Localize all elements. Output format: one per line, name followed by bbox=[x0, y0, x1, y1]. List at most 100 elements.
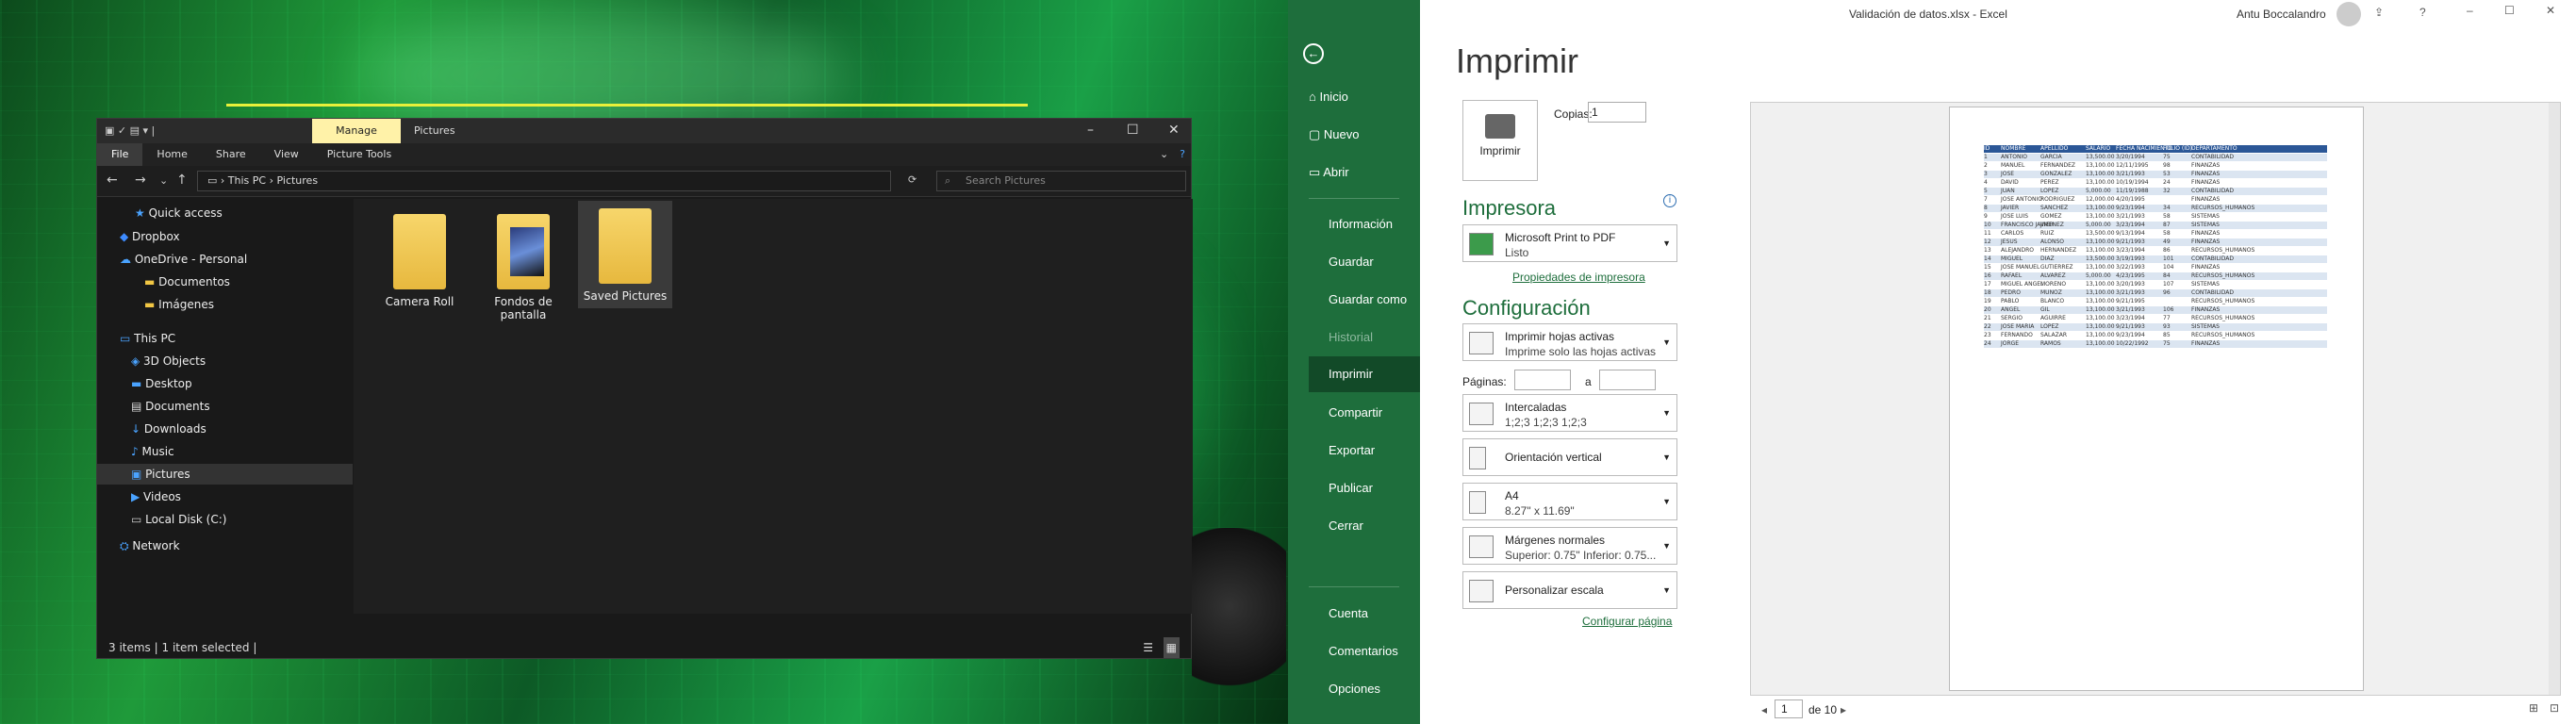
printer-dropdown[interactable]: Microsoft Print to PDF Listo ▼ bbox=[1462, 224, 1677, 262]
up-arrow-icon[interactable]: ↑ bbox=[176, 173, 188, 188]
tab-share[interactable]: Share bbox=[202, 143, 260, 166]
forward-arrow-icon[interactable]: → bbox=[135, 173, 146, 188]
sheet-cell: RECURSOS_HUMANOS bbox=[2191, 247, 2255, 254]
nav-documents[interactable]: ▤ Documents bbox=[97, 396, 353, 417]
portrait-icon bbox=[1469, 447, 1486, 469]
nav-3d-objects[interactable]: ◈ 3D Objects bbox=[97, 351, 353, 371]
folder-saved-pictures[interactable]: Saved Pictures bbox=[578, 201, 672, 308]
backstage-comentarios[interactable]: Comentarios bbox=[1329, 644, 1398, 658]
maximize-icon[interactable]: ☐ bbox=[1127, 123, 1139, 138]
nav-videos[interactable]: ▶ Videos bbox=[97, 486, 353, 507]
help-icon[interactable]: ? bbox=[1174, 143, 1191, 166]
large-icons-view-icon[interactable]: ▦ bbox=[1163, 637, 1180, 658]
back-arrow-icon[interactable]: ← bbox=[1303, 43, 1324, 64]
scrollbar[interactable] bbox=[2549, 103, 2560, 695]
nav-dropbox[interactable]: ◆ Dropbox bbox=[97, 226, 353, 247]
sheet-cell: 10/19/1994 bbox=[2116, 179, 2149, 186]
nav-local-disk[interactable]: ▭ Local Disk (C:) bbox=[97, 509, 353, 530]
back-arrow-icon[interactable]: ← bbox=[107, 173, 118, 188]
next-page-icon[interactable]: ▸ bbox=[1841, 703, 1846, 716]
backstage-guardar[interactable]: Guardar bbox=[1329, 255, 1374, 269]
zoom-to-page-icon[interactable]: ⊡ bbox=[2550, 701, 2559, 715]
backstage-imprimir[interactable]: Imprimir bbox=[1309, 356, 1420, 392]
picture-icon: ▣ bbox=[131, 468, 146, 481]
backstage-inicio[interactable]: ⌂ Inicio bbox=[1309, 90, 1348, 104]
sheet-row: 2 MANUEL FERNANDEZ 13,100.00 12/11/1995 98 FIN… bbox=[1984, 162, 2327, 170]
recent-locations-icon[interactable]: ⌄ bbox=[159, 174, 168, 187]
info-icon[interactable]: i bbox=[1663, 194, 1676, 207]
sheet-cell: 4/20/1995 bbox=[2116, 196, 2145, 203]
backstage-compartir[interactable]: Compartir bbox=[1329, 405, 1382, 420]
sheet-cell: 5,000.00 bbox=[2086, 272, 2111, 279]
details-view-icon[interactable]: ☰ bbox=[1143, 637, 1153, 658]
sheet-cell: BLANCO bbox=[2040, 298, 2065, 304]
folder-camera-roll[interactable]: Camera Roll bbox=[372, 206, 467, 308]
user-name[interactable]: Antu Boccalandro bbox=[2237, 8, 2326, 21]
tab-file[interactable]: File bbox=[97, 143, 143, 166]
quick-access-toolbar-icon[interactable]: ▣ ✓ ▤ ▾ | bbox=[105, 124, 155, 137]
nav-documentos[interactable]: ▬ Documentos bbox=[97, 272, 353, 292]
sheet-row: 7 JOSE ANTONIO RODRIGUEZ 12,000.00 4/20/1995… bbox=[1984, 196, 2327, 204]
sheet-cell: FINANZAS bbox=[2191, 162, 2221, 169]
backstage-exportar[interactable]: Exportar bbox=[1329, 443, 1375, 457]
paper-size-dropdown[interactable]: A4 8.27" x 11.69" ▼ bbox=[1462, 483, 1677, 520]
maximize-icon[interactable]: ☐ bbox=[2504, 4, 2515, 17]
nav-imagenes[interactable]: ▬ Imágenes bbox=[97, 294, 353, 315]
tab-picture-tools[interactable]: Picture Tools bbox=[313, 143, 405, 166]
backstage-cuenta[interactable]: Cuenta bbox=[1329, 606, 1368, 620]
margins-icon bbox=[1469, 535, 1494, 558]
margins-dropdown[interactable]: Márgenes normales Superior: 0.75" Inferio… bbox=[1462, 527, 1677, 565]
close-icon[interactable]: ✕ bbox=[1168, 123, 1180, 138]
sheet-cell: 2 bbox=[1984, 162, 1988, 169]
nav-music[interactable]: ♪ Music bbox=[97, 441, 353, 462]
copies-input[interactable]: 1 bbox=[1588, 102, 1646, 123]
nav-onedrive[interactable]: ☁ OneDrive - Personal bbox=[97, 249, 353, 270]
page-number-input[interactable]: 1 bbox=[1775, 699, 1803, 718]
nav-quick-access[interactable]: ★ Quick access bbox=[97, 203, 353, 223]
minimize-icon[interactable]: – bbox=[1087, 123, 1094, 138]
nav-desktop[interactable]: ▬ Desktop bbox=[97, 373, 353, 394]
expand-ribbon-icon[interactable]: ⌄ bbox=[1154, 143, 1174, 166]
backstage-guardar-como[interactable]: Guardar como bbox=[1329, 292, 1407, 306]
backstage-opciones[interactable]: Opciones bbox=[1329, 682, 1380, 696]
orientation-dropdown[interactable]: Orientación vertical ▼ bbox=[1462, 438, 1677, 476]
printer-properties-link[interactable]: Propiedades de impresora bbox=[1512, 271, 1645, 284]
backstage-abrir[interactable]: ▭ Abrir bbox=[1309, 165, 1349, 180]
tab-home[interactable]: Home bbox=[142, 143, 201, 166]
collate-dropdown[interactable]: Intercaladas 1;2;3 1;2;3 1;2;3 ▼ bbox=[1462, 394, 1677, 432]
refresh-icon[interactable]: ⟳ bbox=[908, 173, 916, 186]
tab-view[interactable]: View bbox=[260, 143, 313, 166]
search-input[interactable]: ⌕ Search Pictures bbox=[936, 171, 1186, 191]
folder-fondos-de-pantalla[interactable]: Fondos de pantalla bbox=[476, 206, 570, 321]
sheet-cell: 8 bbox=[1984, 205, 1988, 211]
tab-manage[interactable]: Manage bbox=[312, 119, 401, 143]
minimize-icon[interactable]: – bbox=[2467, 4, 2473, 17]
scaling-dropdown[interactable]: Personalizar escala ▼ bbox=[1462, 571, 1677, 609]
print-button[interactable]: Imprimir bbox=[1462, 100, 1538, 181]
print-what-dropdown[interactable]: Imprimir hojas activas Imprime solo las h… bbox=[1462, 323, 1677, 361]
show-margins-icon[interactable]: ⊞ bbox=[2529, 701, 2538, 715]
breadcrumb-pictures[interactable]: Pictures bbox=[277, 174, 319, 187]
share-icon[interactable]: ⇪ bbox=[2374, 6, 2384, 19]
breadcrumb-this-pc[interactable]: This PC bbox=[228, 174, 266, 187]
pages-to-input[interactable] bbox=[1599, 370, 1656, 390]
dropdown-arrow-icon: ▼ bbox=[1662, 541, 1671, 551]
nav-network[interactable]: ⛭ Network bbox=[97, 535, 353, 556]
pages-from-input[interactable] bbox=[1514, 370, 1571, 390]
sheet-cell: 9/13/1994 bbox=[2116, 230, 2145, 237]
nav-pictures[interactable]: ▣ Pictures bbox=[97, 464, 353, 485]
page-setup-link[interactable]: Configurar página bbox=[1582, 615, 1672, 628]
avatar[interactable] bbox=[2337, 2, 2361, 26]
backstage-nuevo[interactable]: ▢ Nuevo bbox=[1309, 127, 1359, 142]
backstage-informacion[interactable]: Información bbox=[1329, 217, 1393, 231]
sheet-cell: 75 bbox=[2163, 340, 2171, 347]
backstage-cerrar[interactable]: Cerrar bbox=[1329, 518, 1363, 533]
prev-page-icon[interactable]: ◂ bbox=[1761, 703, 1767, 716]
nav-downloads[interactable]: ↓ Downloads bbox=[97, 419, 353, 439]
sheet-row: 24 JORGE RAMOS 13,100.00 10/22/1992 75 FINANZA… bbox=[1984, 340, 2327, 348]
nav-this-pc[interactable]: ▭ This PC bbox=[97, 328, 353, 349]
help-icon[interactable]: ? bbox=[2419, 6, 2426, 19]
close-icon[interactable]: ✕ bbox=[2546, 4, 2555, 17]
backstage-publicar[interactable]: Publicar bbox=[1329, 481, 1373, 495]
address-input[interactable]: ▭ › This PC › Pictures bbox=[197, 171, 891, 191]
